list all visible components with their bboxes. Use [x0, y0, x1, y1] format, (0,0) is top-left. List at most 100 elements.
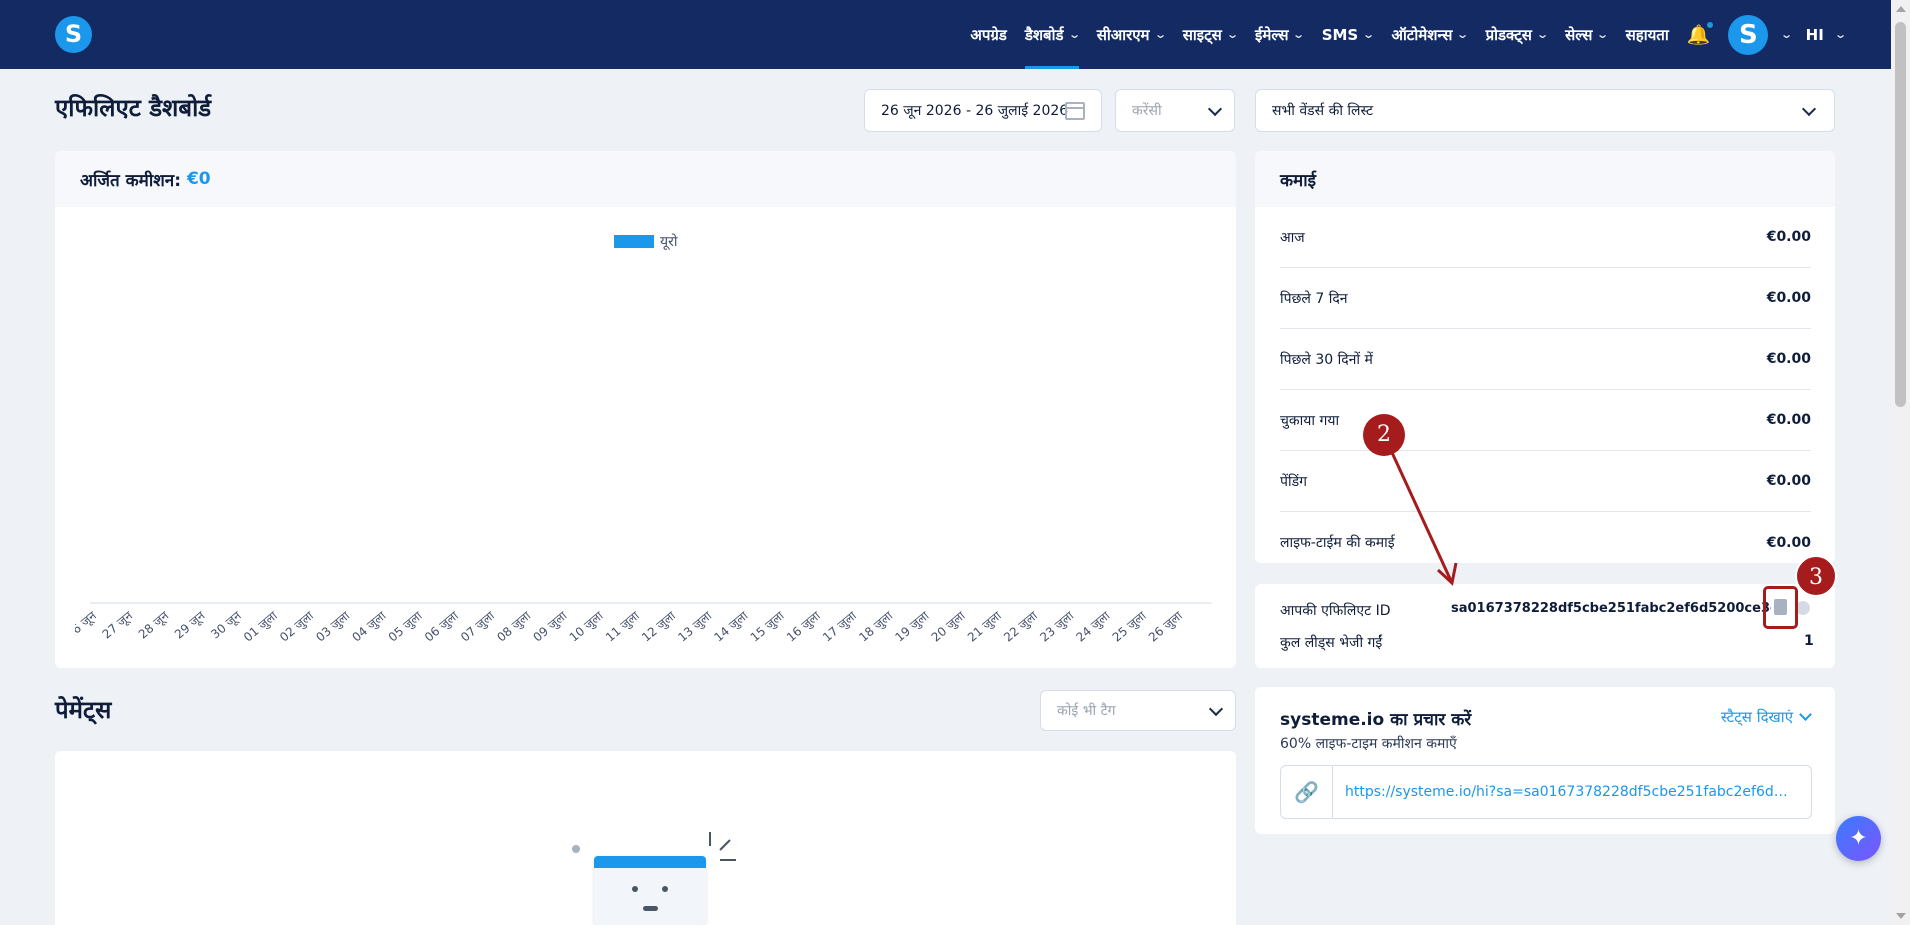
affiliate-link-field[interactable]: 🔗 https://systeme.io/hi?sa=sa0167378228d…	[1280, 765, 1812, 819]
promote-subtitle: 60% लाइफ-टाइम कमीशन कमाएँ	[1280, 736, 1457, 752]
chart-x-tick-label: 02 जुला	[277, 608, 317, 645]
nav-item-2[interactable]: सीआरएम ⌄	[1097, 0, 1167, 69]
empty-state-sparkles-icon	[572, 845, 580, 853]
chart-x-tick-label: 27 जून	[100, 608, 136, 642]
chart-x-tick-label: 19 जुला	[892, 608, 932, 645]
chevron-down-icon	[1801, 101, 1817, 116]
nav-item-0[interactable]: अपग्रेड	[970, 0, 1006, 69]
earnings-title: कमाई	[1280, 170, 1316, 191]
affiliate-id-label: आपकी एफिलिएट ID	[1280, 603, 1391, 619]
nav-item-5[interactable]: SMS ⌄	[1321, 0, 1376, 69]
earnings-card: कमाई आज €0.00 पिछले 7 दिन €0.00 पिछले 30 दिन…	[1255, 151, 1835, 563]
user-avatar[interactable]: S	[1728, 14, 1769, 55]
chevron-down-icon: ⌄	[1833, 28, 1847, 41]
chart-x-tick-label: 14 जुला	[711, 608, 751, 645]
nav-item-label: सहायता	[1625, 25, 1669, 44]
date-range-value: 26 जून 2026 - 26 जुलाई 2026	[881, 103, 1069, 119]
earnings-row-value: €0.00	[1766, 473, 1811, 489]
nav-item-label: प्रोडक्ट्स	[1485, 25, 1532, 44]
earnings-row-value: €0.00	[1766, 290, 1811, 306]
payments-title: पेमेंट्स	[55, 696, 112, 724]
legend-label: यूरो	[660, 234, 678, 250]
earnings-row-label: आज	[1280, 229, 1305, 246]
nav-item-3[interactable]: साइट्स ⌄	[1182, 0, 1239, 69]
scroll-thumb[interactable]	[1895, 22, 1906, 407]
nav-item-4[interactable]: ईमेल्स ⌄	[1255, 0, 1306, 69]
chevron-down-icon	[1207, 101, 1223, 116]
vendors-select[interactable]: सभी वेंडर्स की लिस्ट	[1255, 89, 1835, 132]
tag-filter-select[interactable]: कोई भी टैग	[1040, 690, 1236, 731]
earnings-row: पिछले 7 दिन €0.00	[1280, 268, 1811, 329]
nav-item-7[interactable]: प्रोडक्ट्स ⌄	[1485, 0, 1549, 69]
promote-card: systeme.io का प्रचार करें 60% लाइफ-टाइम …	[1255, 687, 1835, 834]
nav-menu: अपग्रेड डैशबोर्ड ⌄ सीआरएम ⌄ साइट्स ⌄ ईमेल्स ⌄ SMS…	[970, 0, 1686, 69]
notification-bell-icon[interactable]: 🔔	[1687, 21, 1715, 46]
chevron-down-icon: ⌄	[1292, 28, 1306, 41]
chart-x-tick-label: 26 जून	[75, 608, 100, 642]
promote-title: systeme.io का प्रचार करें	[1280, 710, 1472, 730]
chart-x-tick-label: 11 जुला	[603, 608, 643, 645]
chevron-down-icon: ⌄	[1067, 28, 1081, 41]
currency-select[interactable]: करेंसी	[1115, 89, 1235, 132]
scroll-up-arrow-icon[interactable]	[1896, 6, 1906, 12]
nav-item-9[interactable]: सहायता	[1626, 0, 1669, 69]
empty-eye-left	[632, 886, 638, 892]
link-icon: 🔗	[1281, 766, 1333, 818]
commission-title: अर्जित कमीशन:	[80, 170, 182, 191]
top-navbar: S अपग्रेड डैशबोर्ड ⌄ सीआरएम ⌄ साइट्स ⌄ ईमेल्स ⌄ S…	[0, 0, 1891, 69]
nav-item-6[interactable]: ऑटोमेशन्स ⌄	[1391, 0, 1469, 69]
chevron-down-icon: ⌄	[1536, 28, 1549, 41]
nav-item-label: ईमेल्स	[1255, 25, 1289, 44]
ai-assistant-sparkle-icon[interactable]: ✦	[1836, 816, 1881, 861]
earnings-row: चुकाया गया €0.00	[1280, 390, 1811, 451]
date-range-picker[interactable]: 26 जून 2026 - 26 जुलाई 2026	[864, 89, 1102, 132]
chart-legend[interactable]: यूरो	[614, 232, 677, 251]
earnings-row-value: €0.00	[1766, 534, 1811, 551]
chevron-down-icon: ⌄	[1153, 28, 1167, 41]
avatar-menu-toggle[interactable]: ⌄	[1776, 0, 1794, 69]
affiliate-link-text[interactable]: https://systeme.io/hi?sa=sa0167378228df5…	[1333, 784, 1793, 800]
chart-x-tick-label: 20 जुला	[929, 608, 969, 645]
main-nav: अपग्रेड डैशबोर्ड ⌄ सीआरएम ⌄ साइट्स ⌄ ईमेल्स ⌄ SMS…	[970, 0, 1891, 69]
show-stats-toggle[interactable]: स्टैट्स दिखाएं	[1720, 707, 1812, 727]
chart-x-tick-label: 13 जुला	[675, 608, 715, 645]
nav-item-1[interactable]: डैशबोर्ड ⌄	[1024, 0, 1081, 69]
earnings-row-label: चुकाया गया	[1280, 412, 1340, 429]
visibility-toggle-icon[interactable]	[1796, 601, 1810, 615]
earnings-row-label: पिछले 7 दिन	[1280, 290, 1348, 307]
nav-item-label: SMS	[1321, 25, 1359, 44]
chart-x-tick-label: 04 जुला	[349, 608, 389, 645]
chart-x-tick-label: 21 जुला	[965, 608, 1005, 645]
nav-item-label: सेल्स	[1565, 25, 1593, 44]
scroll-down-arrow-icon[interactable]	[1896, 913, 1906, 919]
vendors-value: सभी वेंडर्स की लिस्ट	[1272, 103, 1374, 119]
chevron-down-icon: ⌄	[1362, 28, 1376, 41]
page-title: एफिलिएट डैशबोर्ड	[55, 94, 212, 122]
chevron-down-icon: ⌄	[1780, 28, 1794, 41]
nav-item-8[interactable]: सेल्स ⌄	[1565, 0, 1610, 69]
leads-value: 1	[1804, 633, 1814, 649]
currency-placeholder: करेंसी	[1132, 103, 1162, 119]
show-stats-label: स्टैट्स दिखाएं	[1720, 708, 1793, 726]
commission-chart: 26 जून 27 जून 28 जून 29 जून 30 जून01 जुला02 …	[75, 602, 1212, 645]
chevron-down-icon: ⌄	[1596, 28, 1610, 41]
chart-x-tick-label: 15 जुला	[748, 608, 788, 645]
empty-mouth	[643, 906, 658, 911]
earnings-row-value: €0.00	[1766, 412, 1811, 428]
chart-x-tick-label: 16 जुला	[784, 608, 824, 645]
language-selector[interactable]: HI ⌄	[1806, 0, 1847, 69]
annotation-badge-2: 2	[1363, 414, 1405, 456]
nav-item-label: साइट्स	[1182, 25, 1222, 44]
chart-x-tick-label: 01 जुला	[241, 608, 281, 645]
page-scrollbar[interactable]	[1891, 0, 1910, 925]
chart-x-tick-label: 12 जुला	[639, 608, 679, 645]
nav-item-label: ऑटोमेशन्स	[1391, 25, 1453, 44]
earnings-row-label: पेंडिंग	[1280, 473, 1307, 490]
chart-x-tick-label: 17 जुला	[820, 608, 860, 645]
chart-x-tick-label: 24 जुला	[1073, 608, 1113, 645]
systeme-logo[interactable]: S	[55, 16, 92, 53]
nav-item-label: डैशबोर्ड	[1024, 25, 1064, 44]
legend-swatch	[614, 235, 654, 248]
empty-state-spark-lines-icon	[709, 832, 736, 861]
chart-x-tick-label: 25 जुला	[1110, 608, 1150, 645]
